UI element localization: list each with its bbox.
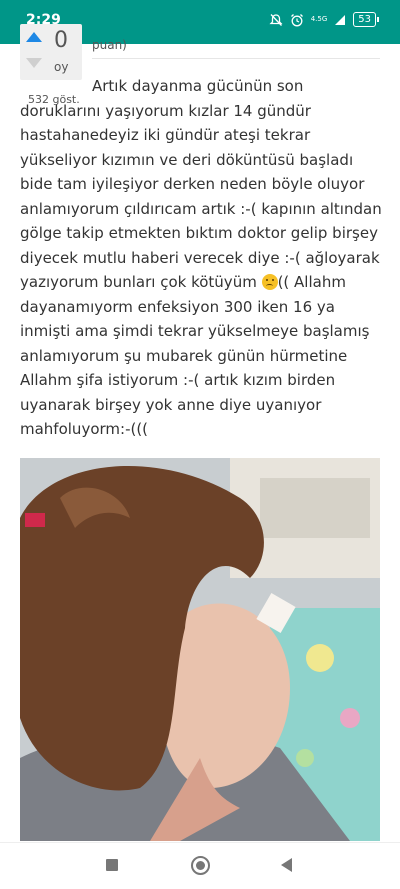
points-text: puan) — [92, 38, 127, 52]
photo-image — [20, 458, 380, 841]
post-body: Artık dayanma gücünün son doruklarını ya… — [20, 74, 382, 442]
network-icon: 4.5G — [310, 15, 328, 23]
post-text-part1: Artık dayanma gücünün son doruklarını ya… — [20, 77, 382, 291]
signal-icon — [335, 14, 346, 25]
nav-recents-icon[interactable] — [106, 859, 118, 871]
alarm-icon — [290, 13, 303, 26]
divider — [92, 58, 380, 59]
upvote-arrow-icon[interactable] — [26, 32, 42, 42]
battery-icon: 53 — [353, 12, 379, 27]
post-text-part2: (( Allahm dayanamıyorm enfeksiyon 300 ik… — [20, 273, 370, 438]
vote-box: 0 oy — [20, 24, 82, 80]
sad-face-emoji — [261, 274, 278, 290]
vote-unit: oy — [54, 60, 69, 74]
mute-icon — [269, 13, 283, 26]
system-nav-bar — [0, 842, 400, 889]
nav-home-icon[interactable] — [191, 856, 210, 875]
vote-count: 0 — [54, 28, 68, 53]
post-photo[interactable] — [20, 458, 380, 841]
status-icons: 4.5G 53 — [269, 12, 379, 27]
nav-back-icon[interactable] — [281, 858, 292, 872]
downvote-arrow-icon[interactable] — [26, 58, 42, 68]
